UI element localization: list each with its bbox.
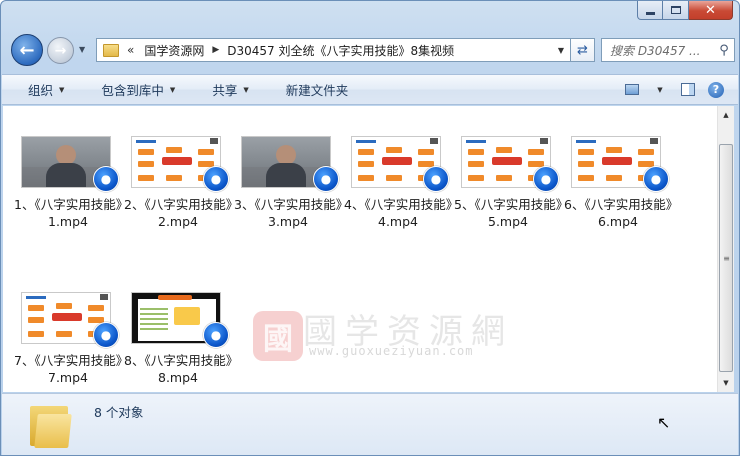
command-bar: 组织 ▼ 包含到库中 ▼ 共享 ▼ 新建文件夹 ▼ ?: [2, 74, 738, 105]
minimize-icon: [645, 11, 655, 15]
media-player-icon: ●: [93, 322, 119, 348]
media-player-icon: ●: [643, 166, 669, 192]
details-pane: 8 个对象: [2, 393, 738, 455]
file-item[interactable]: ● 3、《八字实用技能》3.mp4: [233, 136, 343, 256]
watermark-url: www.guoxueziyuan.com: [309, 344, 474, 358]
new-folder-button[interactable]: 新建文件夹: [260, 75, 360, 104]
chevron-down-icon: ▼: [169, 85, 176, 94]
file-name: 8、《八字实用技能》8.mp4: [124, 353, 232, 385]
chevron-down-icon: ▼: [657, 85, 663, 94]
share-label: 共享: [212, 83, 238, 98]
recent-pages-dropdown[interactable]: ▼: [79, 45, 89, 55]
mouse-cursor-icon: ↖: [657, 413, 671, 432]
file-item[interactable]: ● 6、《八字实用技能》6.mp4: [563, 136, 673, 256]
view-icon: [625, 84, 639, 95]
folder-icon: [30, 400, 72, 448]
grip-icon: ≡: [723, 253, 730, 263]
include-in-library-menu[interactable]: 包含到库中 ▼: [75, 75, 186, 104]
scroll-up-icon[interactable]: ▲: [718, 107, 734, 123]
chevron-down-icon: ▼: [59, 85, 65, 94]
file-name: 5、《八字实用技能》5.mp4: [454, 197, 562, 229]
close-button[interactable]: ✕: [689, 1, 733, 20]
item-count: 8 个对象: [94, 405, 144, 420]
chevron-down-icon: ▼: [243, 85, 249, 94]
forward-button[interactable]: →: [47, 37, 74, 64]
media-player-icon: ●: [203, 166, 229, 192]
folder-icon: [103, 43, 119, 57]
media-player-icon: ●: [533, 166, 559, 192]
file-name: 7、《八字实用技能》7.mp4: [14, 353, 122, 385]
change-view-button[interactable]: [618, 79, 646, 101]
maximize-icon: [670, 6, 681, 14]
file-item[interactable]: ● 1、《八字实用技能》1.mp4: [13, 136, 123, 256]
search-icon[interactable]: ⚲: [714, 43, 734, 58]
address-dropdown[interactable]: ▼: [552, 39, 570, 61]
navigation-bar: ← → ▼ « 国学资源网 ▶ D30457 刘全统《八字实用技能》8集视频 ▼…: [9, 34, 735, 68]
scroll-down-icon[interactable]: ▼: [718, 375, 734, 391]
close-icon: ✕: [705, 2, 716, 18]
caption-buttons: ✕: [637, 1, 733, 21]
breadcrumb-separator-icon[interactable]: ▶: [210, 45, 221, 55]
back-arrow-icon: ←: [19, 39, 35, 61]
file-item[interactable]: ● 2、《八字实用技能》2.mp4: [123, 136, 233, 256]
file-name: 2、《八字实用技能》2.mp4: [124, 197, 232, 229]
forward-arrow-icon: →: [54, 42, 67, 59]
scrollbar-thumb[interactable]: ≡: [719, 144, 733, 372]
back-button[interactable]: ←: [11, 34, 43, 66]
toolbar-right: ▼ ?: [618, 75, 738, 104]
preview-pane-button[interactable]: [674, 79, 702, 101]
media-player-icon: ●: [93, 166, 119, 192]
help-icon: ?: [708, 81, 724, 98]
breadcrumb-item[interactable]: D30457 刘全统《八字实用技能》8集视频: [221, 42, 460, 59]
breadcrumb-item[interactable]: 国学资源网: [138, 42, 210, 59]
address-bar[interactable]: « 国学资源网 ▶ D30457 刘全统《八字实用技能》8集视频 ▼: [96, 38, 571, 62]
media-player-icon: ●: [313, 166, 339, 192]
file-name: 3、《八字实用技能》3.mp4: [234, 197, 342, 229]
search-placeholder: 搜索 D30457 ...: [610, 43, 701, 58]
watermark-logo: 國: [253, 311, 303, 361]
change-view-dropdown[interactable]: ▼: [646, 79, 674, 101]
new-folder-label: 新建文件夹: [285, 83, 349, 98]
search-input[interactable]: 搜索 D30457 ... ⚲: [601, 38, 735, 62]
media-player-icon: ●: [203, 322, 229, 348]
file-name: 1、《八字实用技能》1.mp4: [14, 197, 122, 229]
breadcrumb-overflow[interactable]: «: [123, 43, 138, 57]
explorer-window: ✕ ← → ▼ « 国学资源网 ▶ D30457 刘全统《八字实用技能》8集视频…: [0, 0, 740, 456]
preview-pane-icon: [681, 83, 695, 96]
refresh-button[interactable]: ⇄: [571, 38, 595, 62]
file-name: 6、《八字实用技能》6.mp4: [564, 197, 672, 229]
maximize-button[interactable]: [663, 1, 689, 20]
vertical-scrollbar[interactable]: ▲ ≡ ▼: [717, 106, 734, 392]
file-name: 4、《八字实用技能》4.mp4: [344, 197, 452, 229]
share-menu[interactable]: 共享 ▼: [186, 75, 259, 104]
file-list[interactable]: 國 國学资源網 www.guoxueziyuan.com ● 1、《八字实用技能…: [3, 106, 717, 392]
minimize-button[interactable]: [637, 1, 663, 20]
include-in-library-label: 包含到库中: [101, 83, 164, 98]
help-button[interactable]: ?: [702, 79, 730, 101]
refresh-icon: ⇄: [577, 42, 588, 58]
file-item[interactable]: ● 5、《八字实用技能》5.mp4: [453, 136, 563, 256]
organize-menu[interactable]: 组织 ▼: [2, 75, 75, 104]
file-item[interactable]: ● 4、《八字实用技能》4.mp4: [343, 136, 453, 256]
organize-label: 组织: [28, 83, 54, 98]
media-player-icon: ●: [423, 166, 449, 192]
